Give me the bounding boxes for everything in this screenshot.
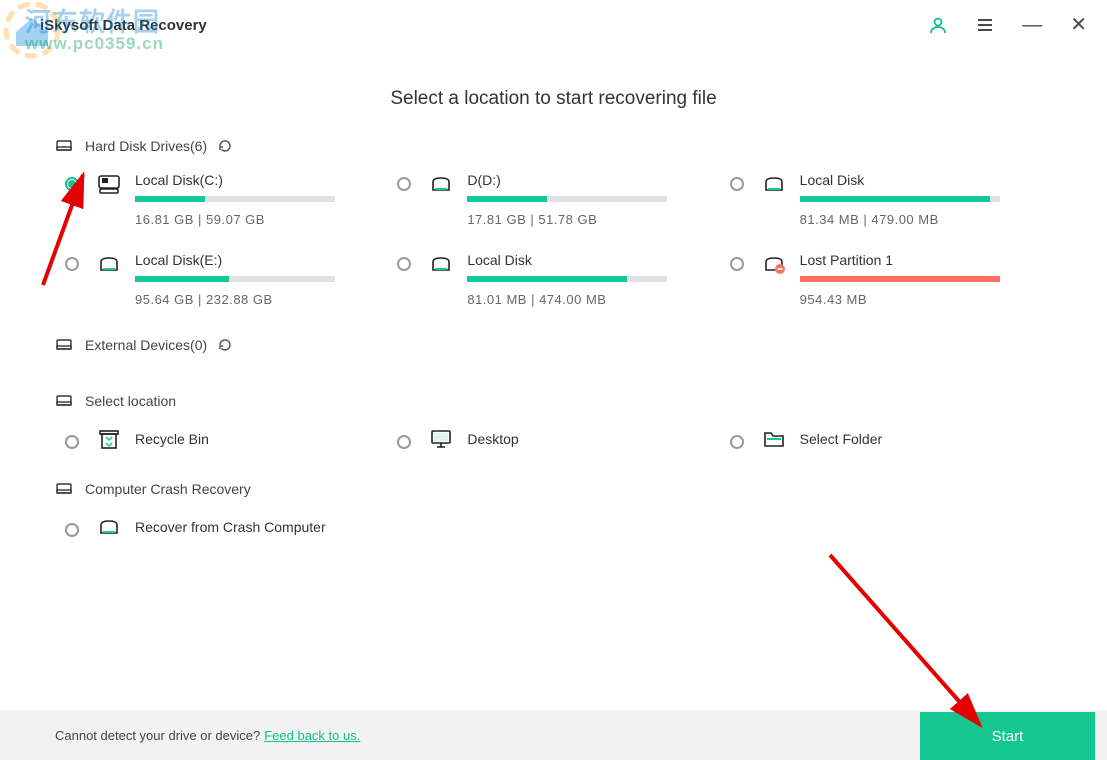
drive-label: Local Disk(E:) xyxy=(135,252,357,268)
drive-item[interactable]: Local Disk 81.34 MB | 479.00 MB xyxy=(730,172,1052,227)
folder-icon xyxy=(762,427,786,451)
recycle-icon xyxy=(97,427,121,451)
usage-bar xyxy=(800,276,1000,282)
usage-bar xyxy=(135,276,335,282)
title-bar: 河东软件园 www.pc0359.cn iSkysoft Data Recove… xyxy=(0,0,1107,50)
drive-size: 17.81 GB | 51.78 GB xyxy=(467,212,689,227)
radio[interactable] xyxy=(730,257,744,271)
location-label: Recycle Bin xyxy=(135,431,209,447)
refresh-icon[interactable] xyxy=(217,138,233,154)
usage-bar xyxy=(467,276,667,282)
radio[interactable] xyxy=(65,257,79,271)
drive-size: 16.81 GB | 59.07 GB xyxy=(135,212,357,227)
drive-size: 81.01 MB | 474.00 MB xyxy=(467,292,689,307)
start-button[interactable]: Start xyxy=(920,712,1095,760)
drive-item[interactable]: D(D:) 17.81 GB | 51.78 GB xyxy=(397,172,719,227)
watermark-url: www.pc0359.cn xyxy=(25,34,164,54)
drive-label: D(D:) xyxy=(467,172,689,188)
drive-item[interactable]: Local Disk 81.01 MB | 474.00 MB xyxy=(397,252,719,307)
section-external: External Devices(0) xyxy=(0,337,1107,353)
drive-item[interactable]: Local Disk(E:) 95.64 GB | 232.88 GB xyxy=(65,252,387,307)
location-label: Desktop xyxy=(467,431,518,447)
radio[interactable] xyxy=(397,435,411,449)
usage-bar xyxy=(135,196,335,202)
drive-label: Local Disk xyxy=(467,252,689,268)
drive-label: Local Disk(C:) xyxy=(135,172,357,188)
radio[interactable] xyxy=(730,177,744,191)
desktop-icon xyxy=(429,427,453,451)
disk-icon xyxy=(97,515,121,539)
drive-size: 95.64 GB | 232.88 GB xyxy=(135,292,357,307)
radio[interactable] xyxy=(65,435,79,449)
radio[interactable] xyxy=(397,257,411,271)
section-location: Select location xyxy=(0,393,1107,409)
menu-icon[interactable] xyxy=(976,16,994,34)
refresh-icon[interactable] xyxy=(217,337,233,353)
usage-bar xyxy=(467,196,667,202)
drive-item[interactable]: Lost Partition 1 954.43 MB xyxy=(730,252,1052,307)
section-hdd-label: Hard Disk Drives(6) xyxy=(85,138,207,154)
disk-icon xyxy=(762,172,786,196)
location-item[interactable]: Select Folder xyxy=(730,427,1052,451)
footer-text: Cannot detect your drive or device? xyxy=(55,728,260,743)
radio[interactable] xyxy=(397,177,411,191)
minimize-button[interactable]: — xyxy=(1022,15,1042,35)
close-button[interactable]: ✕ xyxy=(1070,15,1087,35)
drive-label: Local Disk xyxy=(800,172,1022,188)
hdd-icon xyxy=(55,337,73,353)
hdd-icon xyxy=(55,481,73,497)
radio[interactable] xyxy=(730,435,744,449)
crash-item-label: Recover from Crash Computer xyxy=(135,519,326,535)
section-location-label: Select location xyxy=(85,393,176,409)
drive-size: 81.34 MB | 479.00 MB xyxy=(800,212,1022,227)
disk-icon xyxy=(429,172,453,196)
system-icon xyxy=(97,172,121,196)
hdd-icon xyxy=(55,138,73,154)
user-icon[interactable] xyxy=(928,15,948,35)
drive-label: Lost Partition 1 xyxy=(800,252,1022,268)
drive-size: 954.43 MB xyxy=(800,292,1022,307)
disk-icon xyxy=(97,252,121,276)
location-item[interactable]: Recycle Bin xyxy=(65,427,387,451)
radio[interactable] xyxy=(65,177,79,191)
location-item[interactable]: Desktop xyxy=(397,427,719,451)
disk-icon xyxy=(429,252,453,276)
section-crash: Computer Crash Recovery xyxy=(0,481,1107,497)
section-hdd: Hard Disk Drives(6) xyxy=(0,138,1107,154)
section-external-label: External Devices(0) xyxy=(85,337,207,353)
section-crash-label: Computer Crash Recovery xyxy=(85,481,251,497)
crash-recovery-item[interactable]: Recover from Crash Computer xyxy=(65,515,387,539)
feedback-link[interactable]: Feed back to us. xyxy=(264,728,360,743)
page-title: Select a location to start recovering fi… xyxy=(0,88,1107,110)
lost-icon xyxy=(762,252,786,276)
radio[interactable] xyxy=(65,523,79,537)
usage-bar xyxy=(800,196,1000,202)
location-label: Select Folder xyxy=(800,431,882,447)
drive-item[interactable]: Local Disk(C:) 16.81 GB | 59.07 GB xyxy=(65,172,387,227)
hdd-icon xyxy=(55,393,73,409)
